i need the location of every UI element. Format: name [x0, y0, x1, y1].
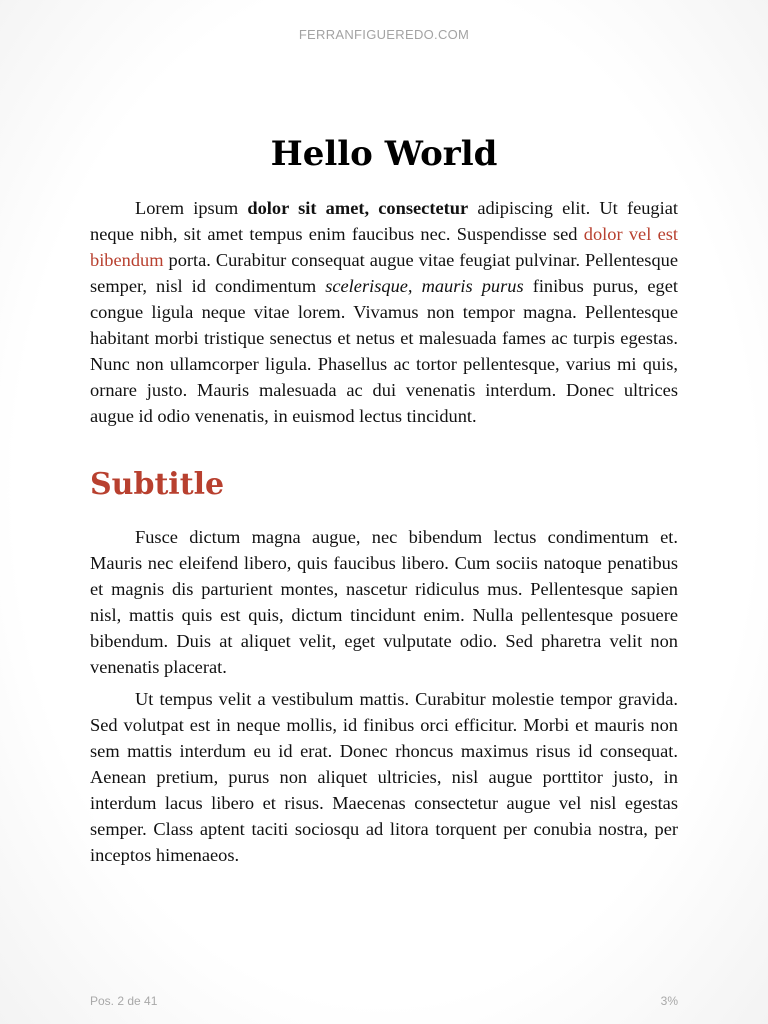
text-run: Lorem ipsum — [135, 198, 248, 218]
location-indicator: Pos. 2 de 41 — [90, 994, 158, 1008]
chapter-title: Hello World — [270, 134, 498, 174]
paragraph-1: Lorem ipsum dolor sit amet, consectetur … — [90, 195, 678, 429]
text-run: finibus purus, eget congue ligula neque … — [90, 276, 678, 426]
reader-page[interactable]: FERRANFIGUEREDO.COM Hello World Lorem ip… — [0, 0, 768, 1024]
progress-percentage: 3% — [660, 994, 678, 1008]
running-header: FERRANFIGUEREDO.COM — [298, 27, 470, 42]
section-subtitle: Subtitle — [90, 467, 225, 502]
bold-text: dolor sit amet, consectetur — [247, 198, 469, 218]
paragraph-2: Fusce dictum magna augue, nec bibendum l… — [90, 527, 678, 677]
page-content: Hello World Lorem ipsum dolor sit amet, … — [90, 132, 678, 932]
paragraph-3: Ut tempus velit a vestibulum mattis. Cur… — [90, 689, 678, 865]
italic-text: scelerisque, mauris purus — [325, 276, 524, 296]
